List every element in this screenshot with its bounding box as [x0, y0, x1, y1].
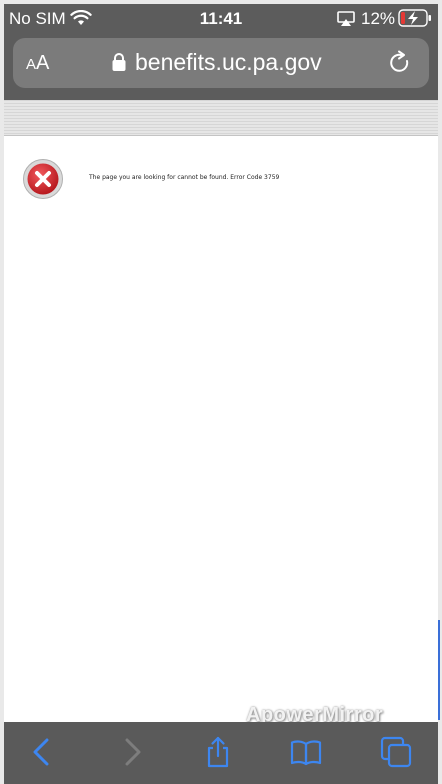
page-header-bar — [4, 100, 438, 136]
reload-icon[interactable] — [387, 50, 413, 76]
battery-charging-icon — [398, 9, 431, 27]
side-accent-line — [438, 620, 440, 720]
url-domain[interactable]: benefits.uc.pa.gov — [135, 49, 322, 76]
error-x-icon — [23, 159, 63, 199]
share-icon[interactable] — [202, 736, 234, 768]
chevron-left-icon[interactable] — [26, 736, 58, 768]
battery-percentage: 12% — [361, 9, 396, 28]
airplay-icon — [337, 11, 355, 26]
tabs-icon[interactable] — [380, 736, 412, 768]
address-bar[interactable]: AA benefits.uc.pa.gov — [13, 38, 429, 88]
chevron-right-icon[interactable] — [116, 736, 148, 768]
error-message: The page you are looking for cannot be f… — [89, 174, 280, 181]
text-size-button[interactable]: AA — [26, 52, 49, 75]
browser-bottom-toolbar — [4, 722, 438, 784]
status-bar: No SIM 11:41 12% — [4, 4, 438, 32]
browser-top-chrome: No SIM 11:41 12% AA benefits.uc.pa.gov — [4, 4, 438, 100]
lock-icon — [112, 53, 126, 71]
book-icon[interactable] — [290, 736, 322, 768]
